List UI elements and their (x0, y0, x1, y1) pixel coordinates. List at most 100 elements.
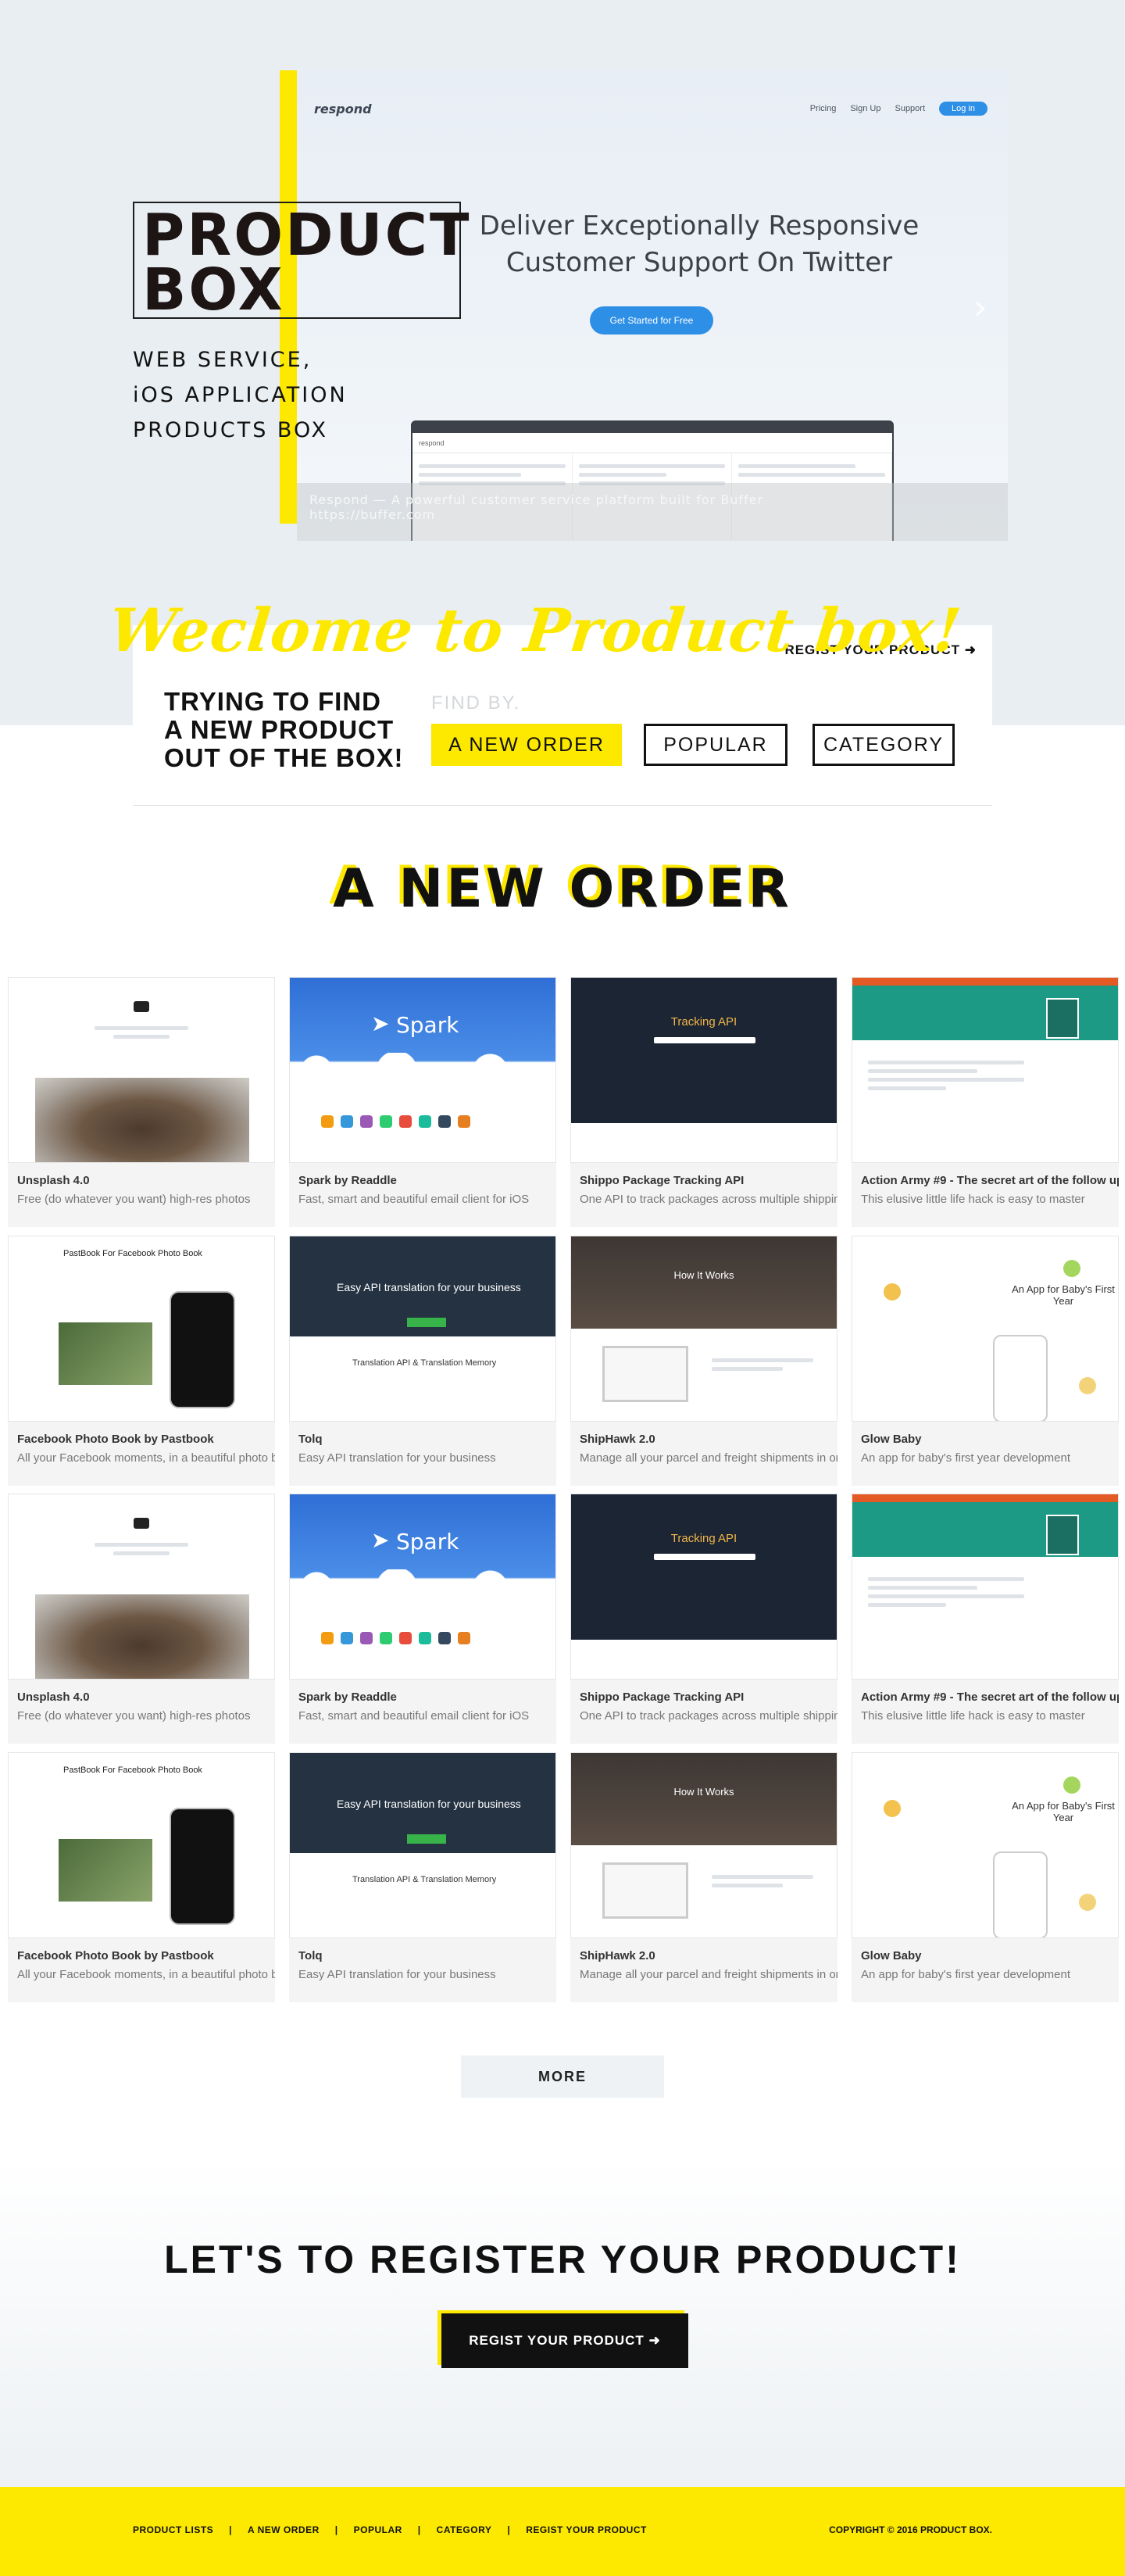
product-name[interactable]: Facebook Photo Book by Pastbook (17, 1949, 214, 1962)
shot-heading: Tracking API (670, 1532, 738, 1545)
product-name[interactable]: Unsplash 4.0 (17, 1174, 90, 1187)
footer-separator: | (417, 2524, 421, 2535)
footer-link-new-order[interactable]: A NEW ORDER (248, 2524, 320, 2535)
product-name[interactable]: Tolq (298, 1433, 323, 1446)
product-name[interactable]: Facebook Photo Book by Pastbook (17, 1433, 214, 1446)
product-card[interactable]: Easy API translation for your business Tr… (289, 1236, 556, 1486)
carousel-next-icon[interactable]: › (973, 288, 988, 327)
product-name[interactable]: Action Army #9 - The secret art of the f… (861, 1174, 1119, 1187)
product-screenshot[interactable]: PastBook For Facebook Photo Book (8, 1236, 275, 1422)
product-name[interactable]: Action Army #9 - The secret art of the f… (861, 1690, 1119, 1704)
shield-icon (1046, 998, 1079, 1039)
shot-photo (35, 1078, 249, 1162)
product-screenshot[interactable]: Tracking API (570, 977, 838, 1163)
product-description: Manage all your parcel and freight shipm… (580, 1451, 838, 1465)
product-screenshot[interactable]: An App for Baby's First Year (852, 1236, 1119, 1422)
product-name[interactable]: Spark by Readdle (298, 1690, 397, 1704)
product-card[interactable]: PastBook For Facebook Photo Book Facebook… (8, 1236, 275, 1486)
footer-link-category[interactable]: CATEGORY (437, 2524, 492, 2535)
decor-fruit (1063, 1260, 1080, 1277)
product-card[interactable]: ➤ Spark Spark by Readdle Fast, smart and be… (289, 977, 556, 1227)
footer-separator: | (507, 2524, 511, 2535)
product-card[interactable]: An App for Baby's First Year Glow Baby An … (852, 1236, 1119, 1486)
site-logo-line2: BOX (142, 256, 285, 324)
product-card[interactable]: How It Works ShipHawk 2.0 Manage all your … (570, 1752, 838, 2002)
shot-heading: How It Works (673, 1269, 734, 1281)
shot-topbar (852, 978, 1118, 986)
product-card[interactable]: Tracking API Shippo Package Tracking API O… (570, 1494, 838, 1744)
slide-mock-link: Support (895, 104, 926, 113)
product-card[interactable]: Unsplash 4.0 Free (do whatever you want) … (8, 1494, 275, 1744)
product-card[interactable]: Easy API translation for your business Tr… (289, 1752, 556, 2002)
product-screenshot[interactable]: Easy API translation for your business Tr… (289, 1752, 556, 1938)
filter-category-button[interactable]: CATEGORY (812, 724, 955, 766)
product-screenshot[interactable]: An App for Baby's First Year (852, 1752, 1119, 1938)
site-logo[interactable]: PRODUCT BOX (133, 202, 469, 324)
footer-link-popular[interactable]: POPULAR (354, 2524, 402, 2535)
product-card[interactable]: How It Works ShipHawk 2.0 Manage all your … (570, 1236, 838, 1486)
product-screenshot[interactable]: PastBook For Facebook Photo Book (8, 1752, 275, 1938)
paper-plane-icon: ➤ (371, 1011, 390, 1036)
product-screenshot[interactable]: How It Works (570, 1752, 838, 1938)
footer-link-regist-product[interactable]: REGIST YOUR PRODUCT (526, 2524, 647, 2535)
product-card[interactable]: Tracking API Shippo Package Tracking API O… (570, 977, 838, 1227)
product-name[interactable]: Spark by Readdle (298, 1174, 397, 1187)
product-screenshot[interactable] (8, 977, 275, 1163)
filter-popular-button[interactable]: POPULAR (644, 724, 788, 766)
camera-icon (134, 1001, 149, 1012)
phone-icon (170, 1291, 235, 1408)
filter-new-order-button[interactable]: A NEW ORDER (431, 724, 622, 766)
product-screenshot[interactable]: ➤ Spark (289, 977, 556, 1163)
product-name[interactable]: Glow Baby (861, 1433, 922, 1446)
slide-mock-logo: respond (314, 102, 372, 116)
footer-nav: PRODUCT LISTS | A NEW ORDER | POPULAR | … (133, 2524, 647, 2535)
shot-text-lines (95, 1021, 188, 1043)
product-name[interactable]: Shippo Package Tracking API (580, 1690, 744, 1704)
shot-brand-text: Spark (396, 1012, 459, 1038)
product-screenshot[interactable]: How It Works (570, 1236, 838, 1422)
slide-mock-link: Sign Up (850, 104, 881, 113)
product-card[interactable]: Action Army #9 - The secret art of the f… (852, 1494, 1119, 1744)
footer-separator: | (229, 2524, 233, 2535)
product-name[interactable]: Unsplash 4.0 (17, 1690, 90, 1704)
footer: PRODUCT LISTS | A NEW ORDER | POPULAR | … (0, 2487, 1125, 2576)
shot-lower-panel (571, 1123, 837, 1162)
product-screenshot[interactable] (852, 1494, 1119, 1680)
shot-button (407, 1318, 446, 1327)
footer-link-product-lists[interactable]: PRODUCT LISTS (133, 2524, 213, 2535)
product-name[interactable]: ShipHawk 2.0 (580, 1949, 655, 1962)
product-card[interactable]: Action Army #9 - The secret art of the f… (852, 977, 1119, 1227)
welcome-script-heading: Weclome to Product box! (105, 596, 966, 665)
product-name[interactable]: Glow Baby (861, 1949, 922, 1962)
product-description: All your Facebook moments, in a beautifu… (17, 1451, 275, 1465)
shot-clouds (290, 1053, 555, 1072)
product-card[interactable]: Unsplash 4.0 Free (do whatever you want) … (8, 977, 275, 1227)
product-name[interactable]: Tolq (298, 1949, 323, 1962)
slide-mock-navbar: respond Pricing Sign Up Support Log in (297, 102, 1008, 125)
shot-heading: Easy API translation for your business (337, 1281, 521, 1293)
product-screenshot[interactable] (852, 977, 1119, 1163)
find-question: TRYING TO FIND A NEW PRODUCT OUT OF THE … (164, 687, 404, 772)
shot-heading: How It Works (673, 1786, 734, 1798)
product-name[interactable]: Shippo Package Tracking API (580, 1174, 744, 1187)
product-card[interactable]: An App for Baby's First Year Glow Baby An … (852, 1752, 1119, 2002)
product-screenshot[interactable] (8, 1494, 275, 1680)
product-name[interactable]: ShipHawk 2.0 (580, 1433, 655, 1446)
product-card[interactable]: ➤ Spark Spark by Readdle Fast, smart and be… (289, 1494, 556, 1744)
decor-fruit (884, 1283, 901, 1301)
monitor-icon (602, 1862, 688, 1919)
shot-heading: An App for Baby's First Year (1012, 1283, 1115, 1307)
shot-photo (35, 1594, 249, 1679)
product-card[interactable]: PastBook For Facebook Photo Book Facebook… (8, 1752, 275, 2002)
more-button[interactable]: MORE (461, 2055, 664, 2098)
shot-subheading: Translation API & Translation Memory (352, 1358, 497, 1368)
regist-product-button[interactable]: REGIST YOUR PRODUCT ➜ (441, 2313, 688, 2368)
product-screenshot[interactable]: ➤ Spark (289, 1494, 556, 1680)
product-description: Fast, smart and beautiful email client f… (298, 1709, 530, 1723)
shot-button (407, 1834, 446, 1844)
phone-icon (993, 1335, 1048, 1421)
slide-caption-url: https://buffer.com (309, 507, 436, 522)
shot-app-icons (321, 1115, 470, 1128)
product-screenshot[interactable]: Tracking API (570, 1494, 838, 1680)
product-screenshot[interactable]: Easy API translation for your business Tr… (289, 1236, 556, 1422)
